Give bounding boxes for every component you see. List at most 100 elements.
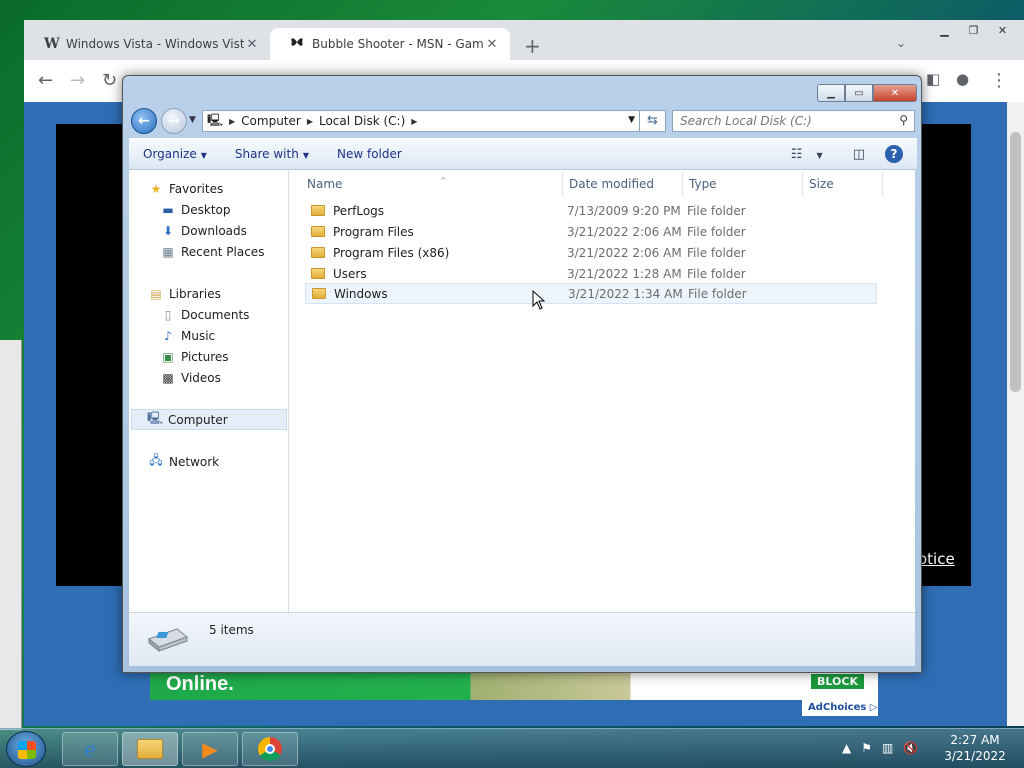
- maximize-icon[interactable]: ▭: [845, 84, 873, 102]
- documents-icon: ▯: [164, 307, 172, 322]
- sort-ascending-icon: ^: [440, 176, 447, 185]
- nav-network[interactable]: 🖧 Network: [147, 451, 219, 472]
- tab-close-icon[interactable]: ✕: [244, 37, 260, 52]
- new-folder-button[interactable]: New folder: [323, 147, 416, 161]
- column-header-name[interactable]: Name ^: [301, 172, 563, 196]
- help-icon[interactable]: ?: [885, 145, 903, 163]
- show-hidden-icons-icon[interactable]: ▲: [842, 741, 851, 755]
- file-name: Users: [333, 266, 367, 281]
- nav-pictures[interactable]: ▣ Pictures: [159, 346, 228, 367]
- adchoices-label: AdChoices: [808, 702, 867, 713]
- file-row[interactable]: Program Files 3/21/2022 2:06 AM File fol…: [305, 221, 877, 242]
- adchoices-badge[interactable]: AdChoices ▷: [802, 700, 878, 716]
- file-row[interactable]: Users 3/21/2022 1:28 AM File folder: [305, 263, 877, 284]
- tab-bubble-shooter[interactable]: Bubble Shooter - MSN - Game P ✕: [270, 28, 510, 60]
- menu-kebab-icon[interactable]: ⋮: [990, 70, 1008, 91]
- nav-label: Network: [169, 454, 220, 469]
- minimize-icon[interactable]: ▁: [817, 84, 845, 102]
- search-input[interactable]: [680, 114, 890, 128]
- ad-block-button[interactable]: BLOCK: [811, 674, 864, 689]
- notice-link[interactable]: otice: [918, 550, 955, 568]
- search-box[interactable]: ⚲: [672, 110, 915, 132]
- nav-music[interactable]: ♪ Music: [159, 325, 215, 346]
- refresh-button[interactable]: ⇆: [640, 110, 666, 132]
- windows-logo-icon: [18, 741, 36, 759]
- taskbar-chrome[interactable]: [242, 732, 298, 766]
- search-icon[interactable]: ⚲: [899, 113, 908, 127]
- file-date: 7/13/2009 9:20 PM: [567, 203, 681, 218]
- share-with-button[interactable]: Share with ▼: [221, 147, 323, 161]
- nav-label: Computer: [168, 412, 228, 427]
- nav-label: Libraries: [169, 286, 221, 301]
- organize-label: Organize: [143, 147, 197, 161]
- close-icon[interactable]: ✕: [873, 84, 917, 102]
- chrome-icon: [258, 737, 282, 761]
- explorer-window-controls: ▁ ▭ ✕: [817, 84, 917, 102]
- ad-banner[interactable]: Online. BLOCK: [150, 672, 878, 700]
- back-arrow-icon[interactable]: ←: [38, 70, 53, 91]
- forward-button[interactable]: →: [161, 108, 187, 134]
- navigation-pane: ★ Favorites ▬ Desktop ⬇ Downloads ▦ Recent P…: [129, 170, 289, 612]
- file-row[interactable]: Program Files (x86) 3/21/2022 2:06 AM Fi…: [305, 242, 877, 263]
- desktop-window-edge: [0, 340, 22, 730]
- file-list: Name ^ Date modified Type Size PerfLogs …: [289, 170, 915, 612]
- address-dropdown-icon[interactable]: ▼: [628, 115, 635, 125]
- network-status-icon[interactable]: ▥: [882, 741, 893, 755]
- forward-arrow-icon[interactable]: →: [70, 70, 85, 91]
- taskbar-internet-explorer[interactable]: ℯ: [62, 732, 118, 766]
- start-button[interactable]: [6, 731, 46, 767]
- file-date: 3/21/2022 1:34 AM: [568, 286, 683, 301]
- column-header-type[interactable]: Type: [683, 172, 803, 196]
- restore-icon[interactable]: ❐: [959, 20, 988, 40]
- taskbar-explorer[interactable]: [122, 732, 178, 766]
- nav-desktop[interactable]: ▬ Desktop: [159, 199, 231, 220]
- close-icon[interactable]: ✕: [988, 20, 1017, 40]
- file-row[interactable]: Windows 3/21/2022 1:34 AM File folder: [305, 283, 877, 304]
- tab-close-icon[interactable]: ✕: [484, 37, 500, 52]
- change-view-icon[interactable]: ☷ ▼: [791, 147, 833, 162]
- back-button[interactable]: ←: [131, 108, 157, 134]
- nav-computer[interactable]: 🖳 Computer: [131, 409, 287, 430]
- preview-pane-icon[interactable]: ◫: [853, 147, 865, 162]
- column-header-size[interactable]: Size: [803, 172, 883, 196]
- file-type: File folder: [687, 224, 746, 239]
- nav-recent-places[interactable]: ▦ Recent Places: [159, 241, 264, 262]
- ad-text: Online.: [166, 673, 234, 695]
- page-scrollbar[interactable]: [1007, 102, 1024, 726]
- nav-documents[interactable]: ▯ Documents: [159, 304, 250, 325]
- tab-search-chevron-icon[interactable]: ⌄: [896, 36, 906, 50]
- volume-muted-icon[interactable]: 🔇: [903, 741, 918, 755]
- column-header-date[interactable]: Date modified: [563, 172, 683, 196]
- action-center-flag-icon[interactable]: ⚑: [861, 741, 872, 755]
- history-dropdown-icon[interactable]: ▼: [189, 115, 196, 125]
- address-bar[interactable]: 🖳 ▶ Computer ▶ Local Disk (C:) ▶ ▼: [202, 110, 640, 132]
- scrollbar-thumb[interactable]: [1010, 132, 1021, 392]
- profile-icon[interactable]: ●: [956, 70, 969, 88]
- computer-icon: 🖳: [146, 411, 163, 425]
- libraries-icon: ▤: [150, 286, 162, 301]
- taskbar-media-player[interactable]: ▶: [182, 732, 238, 766]
- desktop-icon: ▬: [162, 202, 174, 217]
- file-row[interactable]: PerfLogs 7/13/2009 9:20 PM File folder: [305, 200, 877, 221]
- breadcrumb-separator-icon[interactable]: ▶: [411, 117, 417, 126]
- minimize-icon[interactable]: ▁: [930, 20, 959, 40]
- nav-videos[interactable]: ▩ Videos: [159, 367, 221, 388]
- clock[interactable]: 2:27 AM 3/21/2022: [935, 732, 1015, 764]
- new-tab-button[interactable]: +: [524, 34, 541, 58]
- side-panel-icon[interactable]: ◧: [926, 70, 940, 88]
- reload-icon[interactable]: ↻: [102, 70, 117, 91]
- network-icon: 🖧: [149, 453, 163, 467]
- organize-button[interactable]: Organize ▼: [129, 147, 221, 161]
- file-name: Program Files: [333, 224, 414, 239]
- star-icon: ★: [150, 181, 162, 196]
- tab-windows-vista[interactable]: W Windows Vista - Windows Vista ✕: [24, 28, 270, 60]
- nav-label: Desktop: [181, 202, 231, 217]
- breadcrumb-local-disk[interactable]: Local Disk (C:): [313, 114, 411, 128]
- music-icon: ♪: [164, 328, 172, 343]
- nav-libraries[interactable]: ▤ Libraries: [147, 283, 221, 304]
- nav-favorites[interactable]: ★ Favorites: [147, 178, 224, 199]
- nav-downloads[interactable]: ⬇ Downloads: [159, 220, 247, 241]
- share-with-label: Share with: [234, 147, 299, 161]
- breadcrumb-computer[interactable]: Computer: [235, 114, 307, 128]
- nav-label: Downloads: [181, 223, 247, 238]
